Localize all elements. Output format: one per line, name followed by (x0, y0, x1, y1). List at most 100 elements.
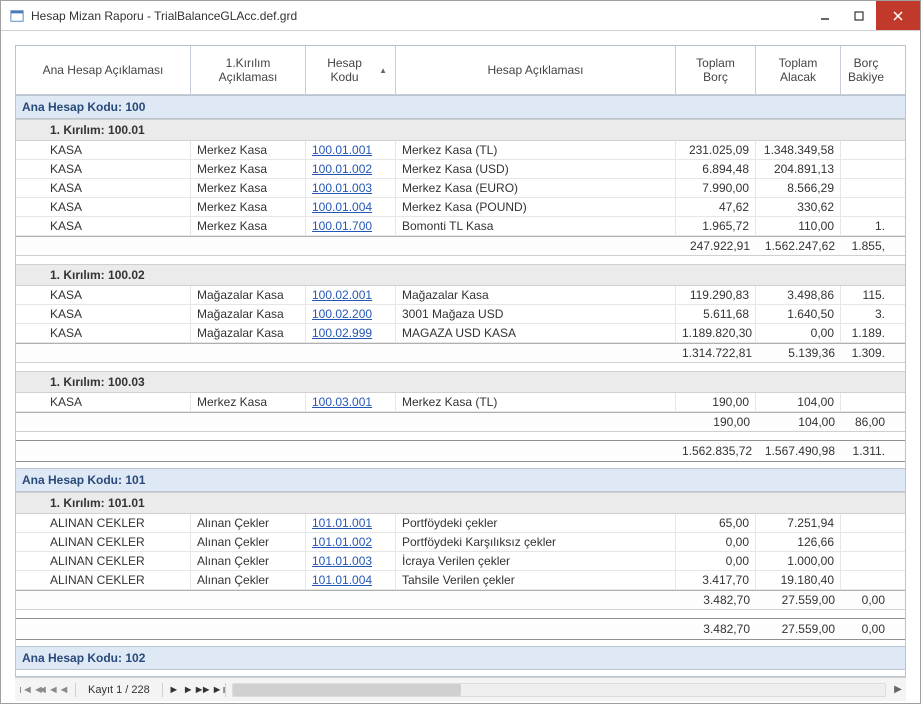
table-row[interactable]: ALINAN CEKLERAlınan Çekler101.01.003İcra… (16, 552, 905, 571)
cell-ana: KASA (16, 160, 191, 178)
cell-borc: 1.189.820,30 (676, 324, 756, 342)
col-header-k1[interactable]: 1.Kırılım Açıklaması (191, 46, 306, 94)
record-navigator: ı◄◄ ◄◄ ◄ Kayıt 1 / 228 ► ►► ►►ı (15, 683, 223, 697)
nav-first-icon[interactable]: ı◄◄ (19, 684, 37, 696)
col-header-ana[interactable]: Ana Hesap Açıklaması (16, 46, 191, 94)
col-header-alacak[interactable]: Toplam Alacak (756, 46, 841, 94)
table-row[interactable]: KASAMerkez Kasa100.01.003Merkez Kasa (EU… (16, 179, 905, 198)
group-main-header[interactable]: Ana Hesap Kodu: 100 (16, 95, 905, 119)
main-group-total: 3.482,7027.559,000,00 (16, 618, 905, 640)
group-sub-header[interactable]: 1. Kırılım: 100.01 (16, 119, 905, 141)
cell-k1: Alınan Çekler (191, 552, 306, 570)
cell-ana: KASA (16, 286, 191, 304)
col-header-kod[interactable]: Hesap Kodu (306, 46, 396, 94)
cell-bakiye (841, 393, 891, 411)
cell-acik: Portföydeki Karşılıksız çekler (396, 533, 676, 551)
table-row[interactable]: KASAMerkez Kasa100.01.001Merkez Kasa (TL… (16, 141, 905, 160)
table-row[interactable]: KASAMerkez Kasa100.01.004Merkez Kasa (PO… (16, 198, 905, 217)
account-code-link[interactable]: 101.01.003 (306, 552, 396, 570)
cell-borc: 65,00 (676, 514, 756, 532)
account-code-link[interactable]: 100.01.001 (306, 141, 396, 159)
group-sub-header[interactable]: 1. Kırılım: 100.02 (16, 264, 905, 286)
cell-ana: KASA (16, 305, 191, 323)
col-header-borc[interactable]: Toplam Borç (676, 46, 756, 94)
scrollbar-thumb[interactable] (233, 684, 461, 696)
account-code-link[interactable]: 100.02.999 (306, 324, 396, 342)
cell-k1: Mağazalar Kasa (191, 324, 306, 342)
cell-alacak: 1.000,00 (756, 552, 841, 570)
table-row[interactable]: KASAMağazalar Kasa100.02.2003001 Mağaza … (16, 305, 905, 324)
cell-bakiye (841, 160, 891, 178)
minimize-button[interactable] (808, 1, 842, 30)
cell-borc: 7.990,00 (676, 179, 756, 197)
app-icon (9, 8, 25, 24)
cell-alacak: 7.251,94 (756, 514, 841, 532)
scroll-right-icon[interactable]: ▶ (890, 684, 906, 695)
cell-ana: KASA (16, 179, 191, 197)
cell-alacak: 126,66 (756, 533, 841, 551)
total-alacak: 1.567.490,98 (756, 444, 841, 458)
nav-prev-icon[interactable]: ◄ (55, 684, 73, 696)
table-row[interactable]: ALINAN CEKLERAlınan Çekler101.01.001Port… (16, 514, 905, 533)
col-header-bakiye[interactable]: Borç Bakiye (841, 46, 891, 94)
table-row[interactable]: KASAMağazalar Kasa100.02.001Mağazalar Ka… (16, 286, 905, 305)
cell-borc: 1.965,72 (676, 217, 756, 235)
cell-acik: Merkez Kasa (TL) (396, 141, 676, 159)
maximize-button[interactable] (842, 1, 876, 30)
statusbar: ı◄◄ ◄◄ ◄ Kayıt 1 / 228 ► ►► ►►ı ▶ (15, 677, 906, 701)
cell-acik: Merkez Kasa (EURO) (396, 179, 676, 197)
group-sub-header[interactable]: 1. Kırılım: 101.01 (16, 492, 905, 514)
horizontal-scrollbar[interactable] (232, 683, 886, 697)
cell-borc: 190,00 (676, 393, 756, 411)
content-area: Ana Hesap Açıklaması 1.Kırılım Açıklamas… (1, 31, 920, 703)
account-code-link[interactable]: 101.01.002 (306, 533, 396, 551)
cell-alacak: 330,62 (756, 198, 841, 216)
group-main-header[interactable]: Ana Hesap Kodu: 102 (16, 646, 905, 670)
cell-borc: 6.894,48 (676, 160, 756, 178)
nav-next-page-icon[interactable]: ►► (183, 684, 201, 696)
cell-bakiye (841, 179, 891, 197)
group-main-header[interactable]: Ana Hesap Kodu: 101 (16, 468, 905, 492)
table-row[interactable]: ALINAN CEKLERAlınan Çekler101.01.004Tahs… (16, 571, 905, 590)
cell-alacak: 8.566,29 (756, 179, 841, 197)
cell-bakiye (841, 514, 891, 532)
nav-next-icon[interactable]: ► (165, 684, 183, 696)
cell-borc: 3.417,70 (676, 571, 756, 589)
cell-ana: KASA (16, 198, 191, 216)
total-alacak: 104,00 (756, 415, 841, 429)
total-borc: 3.482,70 (676, 622, 756, 636)
table-row[interactable]: KASAMerkez Kasa100.01.002Merkez Kasa (US… (16, 160, 905, 179)
table-row[interactable]: KASAMerkez Kasa100.01.700Bomonti TL Kasa… (16, 217, 905, 236)
cell-k1: Mağazalar Kasa (191, 305, 306, 323)
nav-last-icon[interactable]: ►►ı (201, 684, 219, 696)
group-sub-header[interactable]: 1. Kırılım: 100.03 (16, 371, 905, 393)
total-borc: 247.922,91 (676, 239, 756, 253)
total-borc: 1.562.835,72 (676, 444, 756, 458)
table-row[interactable]: ALINAN CEKLERAlınan Çekler101.01.002Port… (16, 533, 905, 552)
total-alacak: 1.562.247,62 (756, 239, 841, 253)
account-code-link[interactable]: 100.03.001 (306, 393, 396, 411)
cell-bakiye: 115. (841, 286, 891, 304)
close-button[interactable] (876, 1, 920, 30)
table-row[interactable]: KASAMerkez Kasa100.03.001Merkez Kasa (TL… (16, 393, 905, 412)
cell-k1: Merkez Kasa (191, 198, 306, 216)
cell-k1: Mağazalar Kasa (191, 286, 306, 304)
account-code-link[interactable]: 101.01.001 (306, 514, 396, 532)
cell-acik: MAGAZA USD KASA (396, 324, 676, 342)
table-row[interactable]: KASAMağazalar Kasa100.02.999MAGAZA USD K… (16, 324, 905, 343)
account-code-link[interactable]: 100.01.700 (306, 217, 396, 235)
total-borc: 3.482,70 (676, 593, 756, 607)
cell-k1: Merkez Kasa (191, 160, 306, 178)
grid-body[interactable]: Ana Hesap Kodu: 1001. Kırılım: 100.01KAS… (16, 95, 905, 676)
account-code-link[interactable]: 100.01.004 (306, 198, 396, 216)
account-code-link[interactable]: 100.01.003 (306, 179, 396, 197)
cell-ana: KASA (16, 141, 191, 159)
col-header-acik[interactable]: Hesap Açıklaması (396, 46, 676, 94)
cell-ana: ALINAN CEKLER (16, 514, 191, 532)
account-code-link[interactable]: 100.02.001 (306, 286, 396, 304)
account-code-link[interactable]: 100.02.200 (306, 305, 396, 323)
account-code-link[interactable]: 100.01.002 (306, 160, 396, 178)
total-bakiye: 1.311. (841, 444, 891, 458)
nav-prev-page-icon[interactable]: ◄◄ (37, 684, 55, 696)
account-code-link[interactable]: 101.01.004 (306, 571, 396, 589)
